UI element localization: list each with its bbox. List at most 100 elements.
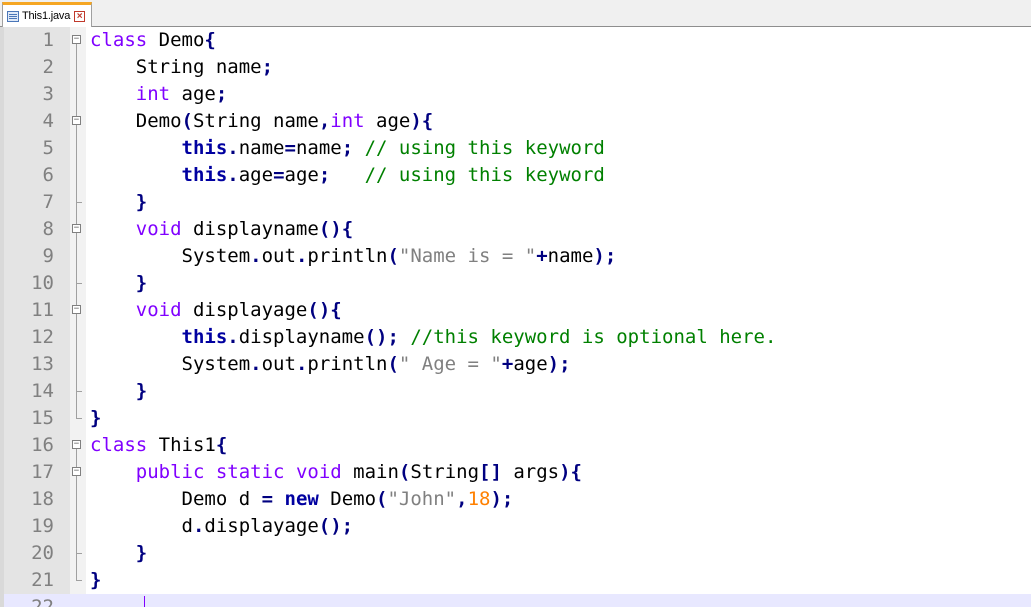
code-token: (){	[318, 218, 354, 240]
code-token: (	[387, 353, 399, 375]
tab-this1-java[interactable]: This1.java ×	[2, 2, 92, 27]
code-token: +	[536, 245, 548, 267]
code-token: age	[238, 164, 274, 186]
code-line[interactable]: 3 int age;	[4, 81, 1031, 108]
code-token: new	[284, 488, 319, 510]
fold-guide	[76, 378, 77, 405]
code-line[interactable]: 19 d.displayage();	[4, 513, 1031, 540]
fold-collapse-icon[interactable]: −	[72, 35, 81, 44]
fold-guide	[76, 540, 77, 567]
code-text: }	[90, 567, 101, 594]
code-token: .	[227, 326, 239, 348]
code-text: d.displayage();	[90, 513, 354, 540]
code-token: class	[90, 29, 148, 51]
code-token: ;	[215, 83, 228, 105]
code-token: .	[250, 245, 262, 267]
code-token: ();	[318, 515, 354, 537]
code-token: void	[135, 299, 182, 321]
code-line[interactable]: 22	[4, 594, 1031, 607]
code-token: (	[387, 245, 399, 267]
code-line[interactable]: 1 − class Demo{	[4, 27, 1031, 54]
fold-guide	[76, 81, 77, 108]
code-line[interactable]: 20 }	[4, 540, 1031, 567]
code-line[interactable]: 7 }	[4, 189, 1031, 216]
code-line[interactable]: 17 − public static void main(String[] arg…	[4, 459, 1031, 486]
line-number: 11	[31, 299, 54, 321]
code-token: " Age = "	[398, 353, 502, 375]
fold-guide	[76, 54, 77, 81]
line-number: 4	[42, 110, 54, 132]
code-line[interactable]: 6 this.age=age; // using this keyword	[4, 162, 1031, 189]
code-token: class	[90, 434, 148, 456]
code-line[interactable]: 2 String name;	[4, 54, 1031, 81]
code-token: ){	[410, 110, 434, 132]
code-line[interactable]: 12 this.displayname(); //this keyword is…	[4, 324, 1031, 351]
line-number: 21	[31, 569, 54, 591]
code-token: Demo	[147, 29, 205, 51]
code-line[interactable]: 4 − Demo(String name,int age){	[4, 108, 1031, 135]
code-token: String name	[192, 110, 319, 132]
code-token: }	[90, 569, 102, 591]
fold-guide	[76, 243, 77, 270]
line-number: 22	[31, 596, 54, 607]
code-line[interactable]: 18 Demo d = new Demo("John",18);	[4, 486, 1031, 513]
fold-guide	[76, 135, 77, 162]
code-text: public static void main(String[] args){	[90, 459, 582, 486]
line-number: 5	[42, 137, 54, 159]
code-token: );	[490, 488, 514, 510]
code-line[interactable]: 15}	[4, 405, 1031, 432]
code-token: name	[547, 245, 594, 267]
code-editor[interactable]: 1− class Demo{2 String name; 3 int age; 4 − …	[0, 27, 1031, 607]
code-token: void	[295, 461, 342, 483]
fold-guide	[76, 162, 77, 189]
code-token: age	[170, 83, 216, 105]
code-line[interactable]: 16 − class This1{	[4, 432, 1031, 459]
code-line[interactable]: 13 System.out.println(" Age = "+age);	[4, 351, 1031, 378]
code-text: Demo(String name,int age){	[90, 108, 434, 135]
java-file-icon	[7, 10, 19, 22]
close-tab-icon[interactable]: ×	[74, 10, 86, 22]
code-token: int	[330, 110, 365, 132]
code-token: =	[273, 164, 285, 186]
line-number: 13	[31, 353, 54, 375]
code-token: age	[364, 110, 411, 132]
code-token: .	[250, 353, 262, 375]
code-token: String	[410, 461, 480, 483]
fold-guide	[76, 449, 77, 459]
code-token: out	[261, 353, 296, 375]
line-number: 20	[31, 542, 54, 564]
code-text: class Demo{	[90, 27, 216, 54]
fold-collapse-icon[interactable]: −	[72, 305, 81, 314]
code-text: this.name=name; // using this keyword	[90, 135, 605, 162]
code-token: // using this keyword	[353, 137, 605, 159]
code-line[interactable]: 14 }	[4, 378, 1031, 405]
fold-guide	[76, 44, 77, 54]
code-token: displayname	[238, 326, 365, 348]
code-token: (	[181, 110, 193, 132]
code-token: Demo d	[90, 488, 262, 510]
code-line[interactable]: 21}	[4, 567, 1031, 594]
code-text: void displayage(){	[90, 297, 342, 324]
code-token: displayname	[181, 218, 319, 240]
code-line[interactable]: 5 this.name=name; // using this keyword	[4, 135, 1031, 162]
fold-collapse-icon[interactable]: −	[72, 440, 81, 449]
code-line[interactable]: 11 − void displayage(){	[4, 297, 1031, 324]
code-line[interactable]: 10 }	[4, 270, 1031, 297]
fold-collapse-icon[interactable]: −	[72, 467, 81, 476]
code-token: .	[227, 164, 239, 186]
line-number: 17	[31, 461, 54, 483]
code-token: {	[215, 434, 228, 456]
code-text: int age;	[90, 81, 228, 108]
code-token: println	[307, 353, 388, 375]
code-line[interactable]: 8 − void displayname(){	[4, 216, 1031, 243]
code-token: public	[135, 461, 205, 483]
code-line[interactable]: 9 System.out.println("Name is = "+name);	[4, 243, 1031, 270]
fold-collapse-icon[interactable]: −	[72, 116, 81, 125]
fold-guide	[76, 270, 77, 297]
fold-collapse-icon[interactable]: −	[72, 224, 81, 233]
